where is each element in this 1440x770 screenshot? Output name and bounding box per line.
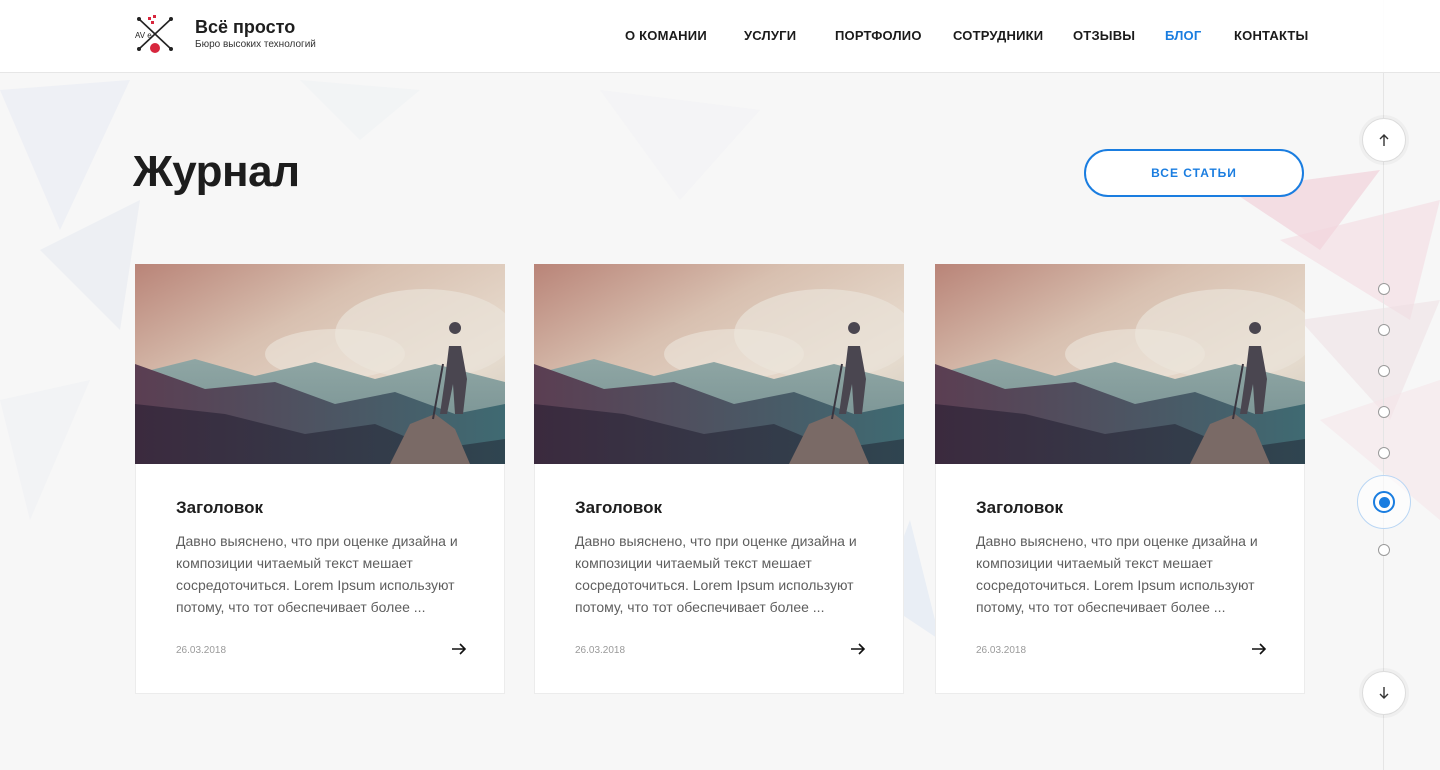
card-title[interactable]: Заголовок: [976, 498, 1063, 518]
nav-item-services[interactable]: УСЛУГИ: [744, 28, 796, 43]
nav-item-reviews[interactable]: ОТЗЫВЫ: [1073, 28, 1135, 43]
arrow-right-icon[interactable]: [451, 642, 467, 656]
arrow-up-icon: [1379, 134, 1389, 146]
card-image[interactable]: [534, 264, 904, 464]
blog-card-1[interactable]: Заголовок Давно выяснено, что при оценке…: [135, 264, 505, 694]
section-title: Журнал: [133, 147, 300, 196]
nav-item-contacts[interactable]: КОНТАКТЫ: [1234, 28, 1308, 43]
scroll-down-button[interactable]: [1362, 671, 1406, 715]
main-nav: О КОМАНИИ УСЛУГИ ПОРТФОЛИО СОТРУДНИКИ ОТ…: [0, 28, 1440, 46]
card-image[interactable]: [135, 264, 505, 464]
rail-dot-3[interactable]: [1378, 365, 1390, 377]
rail-dot-6-active[interactable]: [1357, 475, 1411, 529]
card-date: 26.03.2018: [176, 645, 227, 656]
all-articles-button[interactable]: ВСЕ СТАТЬИ: [1084, 149, 1304, 197]
arrow-right-icon[interactable]: [850, 642, 866, 656]
site-header: AV e Всё просто Бюро высоких технологий …: [0, 0, 1440, 73]
card-excerpt: Давно выяснено, что при оценке дизайна и…: [976, 533, 1258, 615]
card-date: 26.03.2018: [976, 645, 1027, 656]
arrow-right-icon[interactable]: [1251, 642, 1267, 656]
rail-dot-2[interactable]: [1378, 324, 1390, 336]
rail-dot-5[interactable]: [1378, 447, 1390, 459]
card-title[interactable]: Заголовок: [575, 498, 662, 518]
nav-item-portfolio[interactable]: ПОРТФОЛИО: [835, 28, 922, 43]
nav-item-staff[interactable]: СОТРУДНИКИ: [953, 28, 1043, 43]
card-image[interactable]: [935, 264, 1305, 464]
card-date: 26.03.2018: [575, 645, 626, 656]
blog-card-3[interactable]: Заголовок Давно выяснено, что при оценке…: [935, 264, 1305, 694]
rail-dot-4[interactable]: [1378, 406, 1390, 418]
card-excerpt: Давно выяснено, что при оценке дизайна и…: [176, 533, 458, 615]
blog-card-2[interactable]: Заголовок Давно выяснено, что при оценке…: [534, 264, 904, 694]
rail-line: [1383, 0, 1384, 770]
nav-item-blog[interactable]: БЛОГ: [1165, 28, 1201, 43]
scroll-up-button[interactable]: [1362, 118, 1406, 162]
rail-dot-7[interactable]: [1378, 544, 1390, 556]
nav-item-about[interactable]: О КОМАНИИ: [625, 28, 707, 43]
card-excerpt: Давно выяснено, что при оценке дизайна и…: [575, 533, 857, 615]
rail-dot-1[interactable]: [1378, 283, 1390, 295]
arrow-down-icon: [1379, 687, 1389, 699]
card-title[interactable]: Заголовок: [176, 498, 263, 518]
